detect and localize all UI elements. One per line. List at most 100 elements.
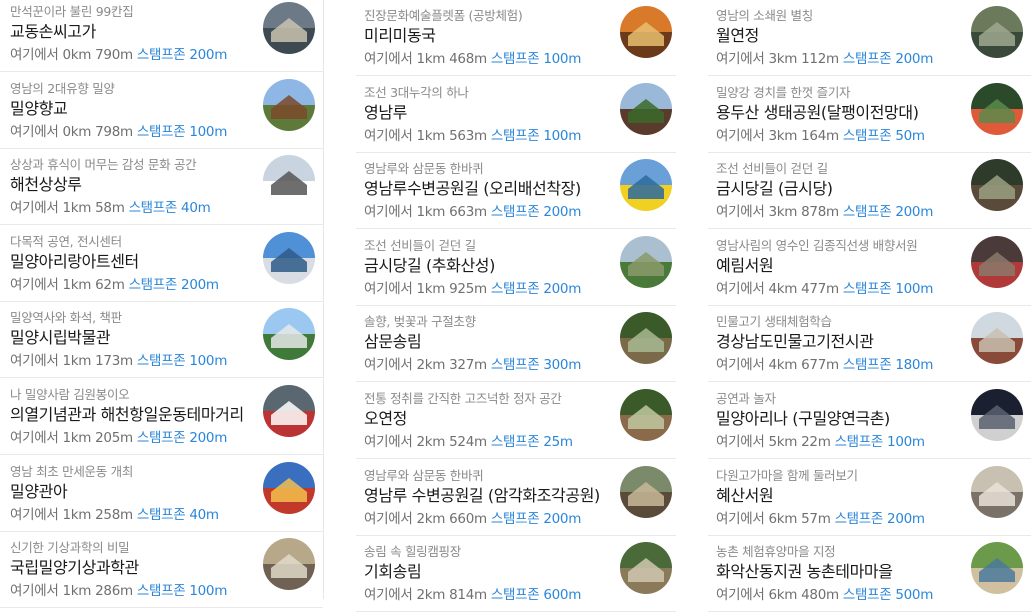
attraction-distance-line: 여기에서 1km 925m 스탬프존 200m	[364, 277, 581, 297]
attraction-thumbnail[interactable]	[263, 538, 315, 590]
attraction-thumbnail[interactable]	[971, 6, 1023, 58]
attraction-card[interactable]: 밀양강 경치를 한껏 즐기자 용두산 생태공원(달팽이전망대) 여기에서 3km 16…	[708, 77, 1031, 153]
distance-value: 6km 57m	[768, 511, 831, 527]
distance-value: 1km 258m	[62, 507, 133, 523]
attraction-thumbnail[interactable]	[971, 83, 1023, 135]
attraction-card[interactable]: 송림 속 힐링캠핑장 기회송림 여기에서 2km 814m 스탬프존 600m	[356, 536, 676, 612]
attraction-distance-line: 여기에서 1km 663m 스탬프존 200m	[364, 200, 581, 220]
attraction-card[interactable]: 공연과 놀자 밀양아리나 (구밀양연극촌) 여기에서 5km 22m 스탬프존 100m	[708, 383, 1031, 459]
attraction-thumbnail[interactable]	[263, 385, 315, 437]
attraction-card[interactable]: 영남사림의 영수인 김종직선생 배향서원 예림서원 여기에서 4km 477m 스탬프존…	[708, 230, 1031, 306]
attraction-distance-line: 여기에서 4km 477m 스탬프존 100m	[716, 277, 933, 297]
attraction-name: 국립밀양기상과학관	[10, 558, 139, 577]
attraction-card[interactable]: 영남의 2대유향 밀양 밀양향교 여기에서 0km 798m 스탬프존 100m	[0, 73, 323, 149]
from-here-label: 여기에서	[716, 204, 765, 220]
attraction-thumbnail[interactable]	[620, 466, 672, 518]
attraction-card[interactable]: 밀양역사와 화석, 책판 밀양시립박물관 여기에서 1km 173m 스탬프존 100m	[0, 302, 323, 378]
stamp-zone-label: 스탬프존	[842, 281, 892, 297]
attraction-thumbnail[interactable]	[971, 466, 1023, 518]
attraction-thumbnail[interactable]	[620, 542, 672, 594]
attraction-card[interactable]: 민물고기 생태체험학습 경상남도민물고기전시관 여기에서 4km 677m 스탬프존 18…	[708, 306, 1031, 382]
distance-value: 1km 925m	[416, 281, 487, 297]
stamp-radius-value: 200m	[189, 47, 228, 63]
attraction-thumbnail[interactable]	[263, 2, 315, 54]
attraction-name: 해천상상루	[10, 175, 82, 194]
from-here-label: 여기에서	[10, 507, 59, 523]
attraction-thumbnail[interactable]	[620, 6, 672, 58]
attraction-thumbnail[interactable]	[263, 155, 315, 207]
attraction-thumbnail[interactable]	[971, 159, 1023, 211]
attraction-distance-line: 여기에서 1km 62m 스탬프존 200m	[10, 273, 219, 293]
attraction-name: 금시당길 (금시당)	[716, 179, 833, 198]
attraction-card[interactable]: 조선 3대누각의 하나 영남루 여기에서 1km 563m 스탬프존 100m	[356, 77, 676, 153]
attraction-thumbnail[interactable]	[971, 312, 1023, 364]
attraction-thumbnail[interactable]	[263, 79, 315, 131]
attraction-card[interactable]: 나 밀양사람 김원봉이오 의열기념관과 해천항일운동테마거리 여기에서 1km 205…	[0, 379, 323, 455]
from-here-label: 여기에서	[716, 357, 765, 373]
attraction-name: 기회송림	[364, 562, 422, 581]
attraction-thumbnail[interactable]	[971, 542, 1023, 594]
attraction-thumbnail[interactable]	[263, 232, 315, 284]
stamp-zone-label: 스탬프존	[490, 357, 540, 373]
from-here-label: 여기에서	[10, 124, 59, 140]
attraction-card[interactable]: 다원고가마을 함께 둘러보기 혜산서원 여기에서 6km 57m 스탬프존 200m	[708, 460, 1031, 536]
attraction-thumbnail[interactable]	[263, 462, 315, 514]
from-here-label: 여기에서	[716, 281, 765, 297]
from-here-label: 여기에서	[10, 430, 59, 446]
stamp-zone-label: 스탬프존	[136, 47, 186, 63]
distance-value: 1km 173m	[62, 353, 133, 369]
attraction-card[interactable]: 영남의 소쇄원 별칭 월연정 여기에서 3km 112m 스탬프존 200m	[708, 0, 1031, 76]
attraction-thumbnail[interactable]	[620, 312, 672, 364]
attraction-thumbnail[interactable]	[971, 236, 1023, 288]
attraction-card[interactable]: 진장문화예술플렛폼 (공방체험) 미리미동국 여기에서 1km 468m 스탬프존 100…	[356, 0, 676, 76]
attraction-card[interactable]: 영남 최초 만세운동 개최 밀양관아 여기에서 1km 258m 스탬프존 40m	[0, 456, 323, 532]
attraction-name: 오연정	[364, 409, 407, 428]
stamp-zone-label: 스탬프존	[834, 434, 884, 450]
attraction-thumbnail[interactable]	[620, 83, 672, 135]
attraction-distance-line: 여기에서 0km 790m 스탬프존 200m	[10, 43, 227, 63]
village-map-photo	[971, 542, 1023, 594]
distance-value: 3km 878m	[768, 204, 839, 220]
attraction-card[interactable]: 만석꾼이라 불린 99칸집 교동손씨고가 여기에서 0km 790m 스탬프존 200m	[0, 0, 323, 72]
stamp-radius-value: 200m	[543, 281, 582, 297]
attraction-card[interactable]: 다목적 공연, 전시센터 밀양아리랑아트센터 여기에서 1km 62m 스탬프존 200m	[0, 226, 323, 302]
attraction-card[interactable]: 상상과 휴식이 머무는 감성 문화 공간 해천상상루 여기에서 1km 58m 스탬프존…	[0, 149, 323, 225]
attraction-name: 혜산서원	[716, 486, 774, 505]
stamp-zone-label: 스탬프존	[136, 353, 186, 369]
museum-photo	[263, 308, 315, 360]
attraction-card[interactable]: 영남루와 삼문동 한바퀴 영남루수변공원길 (오리배선착장) 여기에서 1km 663…	[356, 153, 676, 229]
duck-boat-photo	[620, 159, 672, 211]
stamp-zone-label: 스탬프존	[490, 587, 540, 603]
stamp-radius-value: 50m	[895, 128, 925, 144]
stamp-zone-label: 스탬프존	[490, 511, 540, 527]
column-3: 영남의 소쇄원 별칭 월연정 여기에서 3km 112m 스탬프존 200m 밀양강 경치를…	[708, 0, 1031, 612]
attraction-thumbnail[interactable]	[263, 308, 315, 360]
distance-value: 2km 660m	[416, 511, 487, 527]
stamp-zone-label: 스탬프존	[128, 200, 178, 216]
attraction-distance-line: 여기에서 1km 173m 스탬프존 100m	[10, 349, 227, 369]
attraction-thumbnail[interactable]	[971, 389, 1023, 441]
pavilion-garden-photo	[620, 389, 672, 441]
column-2: 진장문화예술플렛폼 (공방체험) 미리미동국 여기에서 1km 468m 스탬프존 100…	[356, 0, 676, 612]
from-here-label: 여기에서	[364, 511, 413, 527]
stamp-radius-value: 100m	[543, 51, 582, 67]
attraction-card[interactable]: 신기한 기상과학의 비밀 국립밀양기상과학관 여기에서 1km 286m 스탬프존 100…	[0, 532, 323, 608]
attraction-thumbnail[interactable]	[620, 159, 672, 211]
attraction-name: 경상남도민물고기전시관	[716, 332, 874, 351]
attraction-card[interactable]: 전통 정취를 간직한 고즈넉한 정자 공간 오연정 여기에서 2km 524m 스탬프존…	[356, 383, 676, 459]
distance-value: 0km 798m	[62, 124, 133, 140]
stamp-radius-value: 200m	[181, 277, 219, 293]
stamp-zone-label: 스탬프존	[136, 583, 186, 599]
attraction-card[interactable]: 솔향, 벚꽃과 구절초향 삼문송림 여기에서 2km 327m 스탬프존 300m	[356, 306, 676, 382]
stamp-radius-value: 40m	[181, 200, 211, 216]
attraction-card[interactable]: 농촌 체험휴양마을 지정 화악산동지권 농촌테마마을 여기에서 6km 480m 스탬프…	[708, 536, 1031, 612]
column-1: 만석꾼이라 불린 99칸집 교동손씨고가 여기에서 0km 790m 스탬프존 200m 영…	[0, 0, 324, 608]
attraction-card[interactable]: 영남루와 삼문동 한바퀴 영남루 수변공원길 (암각화조각공원) 여기에서 2km 6…	[356, 460, 676, 536]
attraction-card[interactable]: 조선 선비들이 걷던 길 금시당길 (금시당) 여기에서 3km 878m 스탬프존 20…	[708, 153, 1031, 229]
theater-night-photo	[971, 389, 1023, 441]
attraction-thumbnail[interactable]	[620, 389, 672, 441]
attraction-distance-line: 여기에서 6km 57m 스탬프존 200m	[716, 507, 925, 527]
from-here-label: 여기에서	[10, 200, 59, 216]
attraction-thumbnail[interactable]	[620, 236, 672, 288]
attraction-card[interactable]: 조선 선비들이 걷던 길 금시당길 (추화산성) 여기에서 1km 925m 스탬프존 2…	[356, 230, 676, 306]
